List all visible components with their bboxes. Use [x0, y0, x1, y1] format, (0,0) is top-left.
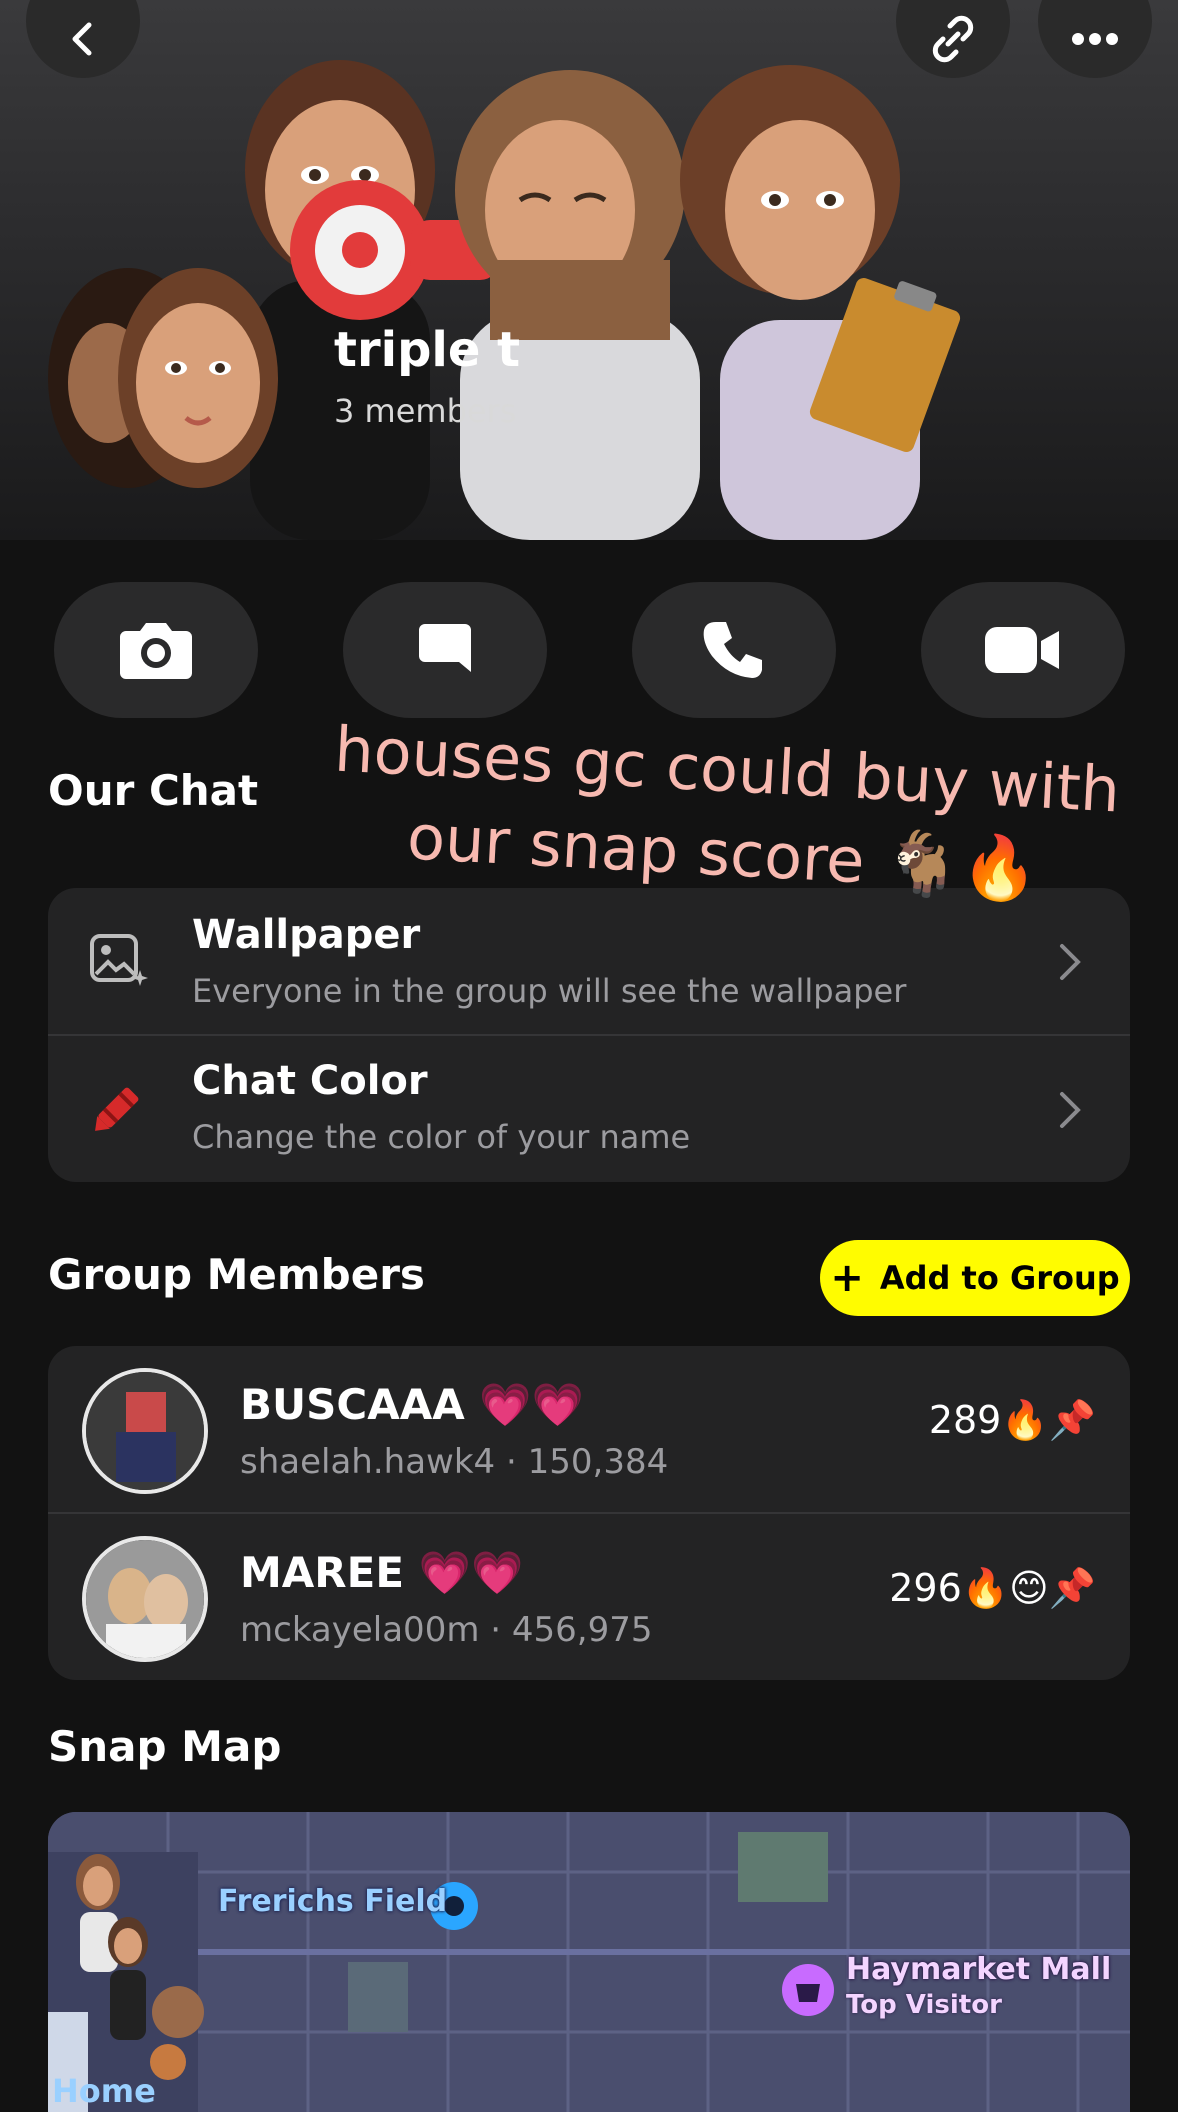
crayon-icon [95, 1087, 139, 1131]
chevron-right-icon [1060, 1092, 1081, 1128]
chat-button[interactable] [343, 582, 547, 718]
video-icon [985, 627, 1059, 673]
avatar[interactable] [82, 1536, 208, 1662]
snap-score: 150,384 [527, 1442, 669, 1482]
action-buttons [0, 582, 1178, 720]
avatar-image [86, 1540, 204, 1658]
member-username: mckayela00m · 456,975 [240, 1610, 653, 1650]
separator-dot: · [490, 1610, 512, 1650]
separator-dot: · [505, 1442, 528, 1482]
avatar-image [86, 1372, 204, 1490]
back-button[interactable] [26, 0, 140, 78]
add-to-group-label: Add to Group [879, 1259, 1120, 1297]
group-members-title: Group Members [48, 1250, 425, 1299]
chat-icon [419, 624, 471, 672]
group-header: triple t 3 members [0, 0, 1178, 540]
snap-score: 456,975 [511, 1610, 653, 1650]
plus-icon: + [830, 1255, 864, 1301]
place-label[interactable]: Frerichs Field [218, 1884, 447, 1919]
video-call-button[interactable] [921, 582, 1125, 718]
chat-color-subtitle: Change the color of your name [192, 1118, 691, 1156]
place-sublabel: Top Visitor [846, 1990, 1002, 2020]
more-options-button[interactable] [1038, 0, 1152, 78]
wallpaper-icon [90, 934, 148, 986]
members-card: BUSCAAA 💗💗 shaelah.hawk4 · 150,384 289🔥📌… [48, 1346, 1130, 1680]
username: shaelah.hawk4 [240, 1442, 496, 1482]
more-icon [1072, 33, 1118, 45]
member-name: BUSCAAA 💗💗 [240, 1380, 584, 1429]
chat-color-title: Chat Color [192, 1058, 428, 1104]
wallpaper-subtitle: Everyone in the group will see the wallp… [192, 972, 907, 1010]
wallpaper-row[interactable]: Wallpaper Everyone in the group will see… [48, 888, 1130, 1034]
member-username: shaelah.hawk4 · 150,384 [240, 1442, 668, 1482]
link-icon [932, 15, 974, 63]
group-avatar [48, 268, 278, 488]
member-count: 3 members [334, 392, 517, 430]
camera-button[interactable] [54, 582, 258, 718]
chat-settings-card: Wallpaper Everyone in the group will see… [48, 888, 1130, 1182]
avatar[interactable] [82, 1368, 208, 1494]
wallpaper-title: Wallpaper [192, 912, 421, 958]
member-row[interactable]: MAREE 💗💗 mckayela00m · 456,975 296🔥😊📌 [48, 1514, 1130, 1680]
streak: 289🔥📌 [928, 1398, 1096, 1442]
streak: 296🔥😊📌 [889, 1566, 1096, 1610]
group-bitmoji-illustration [245, 60, 961, 540]
member-row[interactable]: BUSCAAA 💗💗 shaelah.hawk4 · 150,384 289🔥📌 [48, 1346, 1130, 1512]
snap-map-preview[interactable]: Frerichs Field Haymarket Mall Top Visito… [48, 1812, 1130, 2112]
username: mckayela00m [240, 1610, 480, 1650]
add-to-group-button[interactable]: + Add to Group [820, 1240, 1130, 1316]
chat-color-row[interactable]: Chat Color Change the color of your name [48, 1036, 1130, 1182]
place-label[interactable]: Home [52, 2072, 156, 2110]
call-button[interactable] [632, 582, 836, 718]
member-name: MAREE 💗💗 [240, 1548, 524, 1597]
phone-icon [703, 622, 762, 678]
camera-icon [120, 623, 192, 679]
snap-map-title: Snap Map [48, 1722, 282, 1771]
our-chat-title: Our Chat [48, 766, 259, 815]
video-caption-overlay: houses gc could buy with our snap score … [306, 706, 1144, 917]
chevron-right-icon [1060, 944, 1081, 980]
group-name: triple t [334, 322, 521, 378]
place-label[interactable]: Haymarket Mall [846, 1952, 1111, 1987]
chevron-left-icon [72, 22, 92, 56]
